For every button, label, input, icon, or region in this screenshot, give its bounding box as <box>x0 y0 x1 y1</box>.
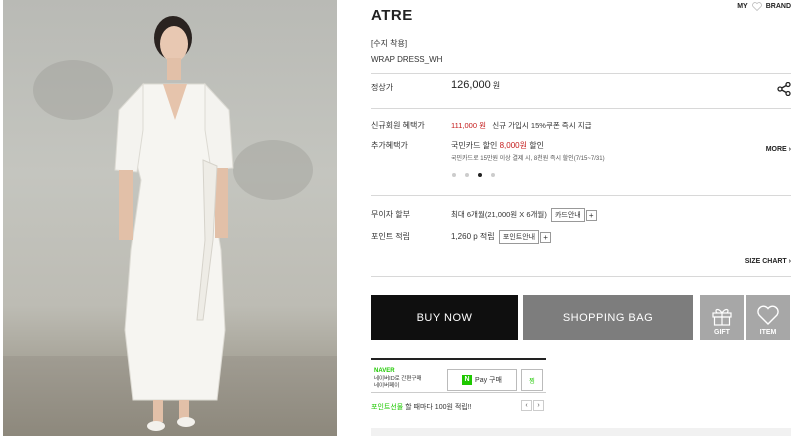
heart-icon <box>751 2 762 11</box>
card-line-suffix: 할인 <box>527 141 544 150</box>
my-brand-button[interactable]: MY BRAND <box>737 2 791 11</box>
benefit-carousel-dots <box>452 173 495 177</box>
more-link[interactable]: MORE › <box>766 146 791 153</box>
installment-value-wrap: 최대 6개월(21,000원 X 6개월) 카드안내 + <box>451 208 597 222</box>
my-brand-label: BRAND <box>765 3 791 10</box>
share-icon[interactable] <box>777 82 791 96</box>
brand-name[interactable]: ATRE <box>371 7 413 24</box>
price-currency: 원 <box>492 81 501 90</box>
naver-points-note: 포인트선물 할 때마다 100원 적립!! <box>371 402 472 412</box>
naver-pay-button[interactable]: N Pay 구매 <box>447 369 517 391</box>
naver-pay-box: NAVER 네이버ID로 간편구매 네이버페이 N Pay 구매 찜 <box>371 358 546 393</box>
new-member-price: 111,000 원 <box>451 121 486 130</box>
carousel-dot[interactable] <box>452 173 456 177</box>
point-gift-link[interactable]: 포인트선물 <box>371 404 403 411</box>
card-discount-detail: 국민카드로 15만원 이상 결제 시, 8천원 즉시 할인(7/15~7/31) <box>451 156 605 162</box>
size-chart-label: SIZE CHART <box>744 258 787 265</box>
points-value-wrap: 1,260 p 적립 포인트안내 + <box>451 230 552 244</box>
new-member-label: 신규회원 혜택가 <box>371 121 425 130</box>
card-discount-line: 국민카드 할인 8,000원 할인 <box>451 140 544 151</box>
points-note-text: 할 때마다 100원 적립!! <box>403 404 472 411</box>
installment-label: 무이자 할부 <box>371 210 411 219</box>
chevron-right-icon: › <box>788 146 791 153</box>
wishlist-item-button[interactable]: ITEM <box>746 295 790 340</box>
size-chart-link[interactable]: SIZE CHART › <box>745 258 791 265</box>
model-figure <box>114 16 234 431</box>
divider <box>371 108 791 109</box>
installment-value: 최대 6개월(21,000원 X 6개월) <box>451 209 547 219</box>
points-plus-button[interactable]: + <box>540 231 552 243</box>
gift-button[interactable]: GIFT <box>700 295 744 340</box>
carousel-dot[interactable] <box>465 173 469 177</box>
price-label: 정상가 <box>371 83 394 92</box>
new-member-value: 111,000 원 신규 가입시 15%쿠폰 즉시 지급 <box>451 120 592 131</box>
naver-desc-line: 네이버ID로 간편구매 <box>374 376 422 382</box>
extra-benefit-label: 추가혜택가 <box>371 141 408 150</box>
divider <box>371 276 791 277</box>
chevron-left-icon[interactable]: ‹ <box>521 400 532 411</box>
chevron-right-icon: › <box>788 258 791 265</box>
card-line-prefix: 국민카드 할인 <box>451 141 500 150</box>
points-label: 포인트 적립 <box>371 232 411 241</box>
naver-pay-label: Pay 구매 <box>475 377 502 384</box>
card-info-button[interactable]: 카드안내 <box>550 208 585 222</box>
product-name: WRAP DRESS_WH <box>371 55 443 64</box>
bottom-strip <box>371 428 791 436</box>
points-info-button[interactable]: 포인트안내 <box>498 230 540 244</box>
points-value: 1,260 p 적립 <box>451 232 495 242</box>
price-row: 정상가 126,000 원 <box>371 79 791 100</box>
divider <box>371 73 791 74</box>
item-label: ITEM <box>759 329 777 336</box>
my-brand-label: MY <box>737 3 748 10</box>
product-subtitle: [수지 착용] <box>371 39 408 48</box>
gift-label: GIFT <box>714 329 730 336</box>
naver-wish-button[interactable]: 찜 <box>521 369 543 391</box>
naver-desc-line: 네이버페이 <box>374 383 400 389</box>
carousel-dot[interactable] <box>491 173 495 177</box>
chevron-right-icon[interactable]: › <box>533 400 544 411</box>
new-member-note: 신규 가입시 15%쿠폰 즉시 지급 <box>492 121 592 130</box>
buy-now-button[interactable]: BUY NOW <box>371 295 518 340</box>
price-value: 126,000 원 <box>451 79 500 91</box>
price-amount: 126,000 <box>451 79 491 91</box>
gift-icon <box>712 308 732 326</box>
heart-icon <box>757 305 779 325</box>
naver-logo: NAVER <box>374 368 395 374</box>
card-discount-amount: 8,000원 <box>499 141 527 150</box>
naver-n-icon: N <box>462 375 473 385</box>
product-photo[interactable] <box>3 0 337 436</box>
naver-pay-description: 네이버ID로 간편구매 네이버페이 <box>374 376 422 390</box>
more-label: MORE <box>765 146 787 153</box>
naver-note-pager: ‹ › <box>521 400 544 411</box>
divider <box>371 195 791 196</box>
shopping-bag-button[interactable]: SHOPPING BAG <box>523 295 693 340</box>
installment-plus-button[interactable]: + <box>585 209 597 221</box>
product-info-panel: ATRE MY BRAND [수지 착용] WRAP DRESS_WH 정상가 … <box>371 0 791 436</box>
carousel-dot-active[interactable] <box>478 173 482 177</box>
